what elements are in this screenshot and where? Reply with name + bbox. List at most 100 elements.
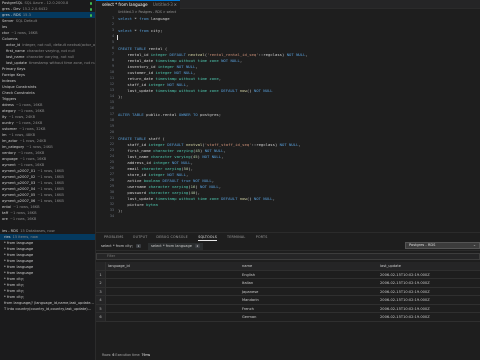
panel-tab[interactable]: TERMINAL bbox=[227, 235, 245, 239]
line-number: 28 bbox=[109, 178, 114, 182]
line-number: 15 bbox=[109, 100, 114, 104]
sidebar-item-label: ity bbox=[2, 115, 7, 119]
row-number: 2 bbox=[96, 279, 106, 287]
sidebar-item[interactable]: T into country(country_id,country,last_u… bbox=[0, 306, 95, 312]
sidebar-item-meta: ~1 rows, 16KB bbox=[10, 211, 37, 215]
table-row[interactable]: 2 Italian 2006-02-15T10:02:19.000Z bbox=[96, 279, 480, 288]
sidebar-item-label: ventory bbox=[2, 151, 16, 155]
code-line: address_id integer NOT NULL, bbox=[118, 160, 193, 165]
table-cell: 2006-02-15T10:02:19.000Z bbox=[380, 289, 430, 294]
row-number: 4 bbox=[96, 296, 106, 304]
sidebar-item-label: les bbox=[2, 25, 8, 29]
sidebar-item-meta: ~1 rows, 16KB bbox=[37, 199, 64, 203]
line-number: 23 bbox=[109, 148, 114, 152]
code-line: email character varying(50), bbox=[118, 166, 193, 171]
editor-tab[interactable]: select * from language Untitled-3 × bbox=[96, 0, 180, 9]
sidebar-item-label: ayment_p2007_06 bbox=[2, 199, 36, 203]
table-cell: German bbox=[242, 315, 257, 319]
result-tab-label: select * from city; bbox=[101, 244, 133, 248]
line-number: 27 bbox=[109, 172, 114, 176]
line-number: 4 bbox=[111, 34, 114, 38]
sidebar-item-label: Columns bbox=[2, 37, 18, 41]
result-grid: language_id name last_update 1 English 2006-0… bbox=[96, 262, 480, 332]
sidebar-item-meta: ~1 rows, 16KB bbox=[11, 31, 38, 35]
line-number: 20 bbox=[109, 130, 114, 134]
code-line: last_update timestamp without time zone … bbox=[118, 88, 273, 93]
code-line: last_name character varying(45) NOT NULL… bbox=[118, 154, 224, 159]
table-row[interactable]: 3 Japanese 2006-02-15T10:02:19.000Z bbox=[96, 287, 480, 296]
table-row[interactable]: 4 Mandarin 2006-02-15T10:02:19.000Z bbox=[96, 296, 480, 305]
sidebar-item-label: T into country(country_id,country,last_u… bbox=[4, 307, 92, 311]
code-line: staff_id integer DEFAULT nextval('staff_… bbox=[118, 142, 301, 147]
sidebar-item-meta: ~1 rows, 24KB bbox=[26, 145, 53, 149]
column-header[interactable]: language_id bbox=[108, 262, 130, 271]
sidebar-item-label: * from language bbox=[4, 241, 34, 245]
status-dot-icon bbox=[89, 14, 92, 17]
sidebar-item-label: Foreign Keys bbox=[2, 73, 25, 77]
result-tab[interactable]: select * from city; 1 bbox=[98, 243, 144, 250]
panel-tab[interactable]: OUTPUT bbox=[133, 235, 148, 239]
code-line: picture bytea bbox=[118, 202, 158, 207]
line-number: 21 bbox=[109, 136, 114, 140]
sidebar-item-meta: ~1 rows, 16KB bbox=[15, 103, 43, 107]
result-count-badge: 2 bbox=[195, 244, 200, 248]
line-number: 32 bbox=[109, 202, 114, 206]
sidebar-item-label: last_name bbox=[6, 55, 25, 59]
status-dot-icon bbox=[89, 2, 92, 5]
sidebar-item-meta: ~1 rows, 16KB bbox=[37, 175, 64, 179]
table-cell: French bbox=[242, 306, 254, 311]
row-number: 6 bbox=[96, 313, 106, 321]
sidebar-item-meta: timestamp without time zone, not null, d… bbox=[28, 61, 95, 65]
panel-tab[interactable]: PROBLEMS bbox=[104, 235, 124, 239]
code-line: username character varying(16) NOT NULL, bbox=[118, 184, 222, 189]
sidebar-item-label: Check Constraints bbox=[2, 91, 35, 95]
close-icon[interactable]: × bbox=[174, 1, 177, 9]
panel-tab[interactable]: PORTS bbox=[256, 235, 268, 239]
sidebar-item-label: ctor bbox=[2, 31, 10, 35]
line-number: 19 bbox=[109, 124, 114, 128]
table-cell: 2006-02-15T10:02:19.000Z bbox=[380, 315, 430, 319]
code-editor[interactable]: 1 select * from language 2 3 select * from c… bbox=[96, 15, 480, 230]
table-cell: Japanese bbox=[242, 289, 259, 294]
sidebar-item-meta: 15 Databases, now bbox=[20, 229, 55, 233]
sidebar-item[interactable]: ore ~1 rows, 16KB bbox=[0, 216, 95, 222]
line-number: 25 bbox=[109, 160, 114, 164]
status-dot-icon bbox=[89, 8, 92, 11]
sidebar-item-label: Triggers bbox=[2, 97, 17, 101]
table-row[interactable]: 1 English 2006-02-15T10:02:19.000Z bbox=[96, 270, 480, 279]
code-line: password character varying(40), bbox=[118, 190, 200, 195]
column-header[interactable]: last_update bbox=[380, 262, 401, 271]
table-row[interactable]: 5 French 2006-02-15T10:02:19.000Z bbox=[96, 304, 480, 313]
sidebar-item-label: ental bbox=[2, 205, 12, 209]
sidebar-item-meta: ~1 rows, 24KB bbox=[8, 115, 36, 119]
table-row[interactable]: 6 German 2006-02-15T10:02:19.000Z bbox=[96, 313, 480, 322]
sidebar-item-meta: ~1 rows, 48KB bbox=[8, 133, 36, 137]
status-bar: Rows: 6 Execution time: 79ms bbox=[96, 350, 480, 360]
result-count-badge: 1 bbox=[136, 244, 141, 248]
editor-tab-title: select * from language bbox=[102, 2, 148, 7]
code-line: ); bbox=[118, 94, 123, 99]
sidebar-item-label: * from city; bbox=[4, 283, 25, 287]
editor-tab-bar: select * from language Untitled-3 × bbox=[96, 0, 480, 9]
sidebar-item-meta: 15 items, now bbox=[12, 235, 38, 239]
sidebar-item-label: ayment_p2007_04 bbox=[2, 187, 36, 191]
connection-select[interactable]: Postgres - RDS ⌄ bbox=[405, 242, 480, 249]
filter-input[interactable]: Filter bbox=[96, 253, 480, 260]
column-header[interactable]: name bbox=[242, 262, 252, 271]
grid-header-row: language_id name last_update bbox=[96, 262, 480, 271]
sidebar-item-label: Primary Keys bbox=[2, 67, 26, 71]
row-number: 1 bbox=[96, 270, 106, 278]
table-cell: 2006-02-15T10:02:19.000Z bbox=[380, 306, 430, 311]
text-cursor bbox=[117, 35, 118, 40]
line-number: 29 bbox=[109, 184, 114, 188]
sidebar-item-label: Indexes bbox=[2, 79, 16, 83]
result-tab[interactable]: select * from language 2 bbox=[148, 243, 203, 250]
sidebar-item-label: * from language bbox=[4, 271, 34, 275]
line-number: 11 bbox=[109, 76, 114, 80]
sidebar-item-label: ayment_p2007_05 bbox=[2, 193, 36, 197]
sidebar-item-meta: ~1 rows, 16KB bbox=[13, 205, 40, 209]
sidebar-item-label: * from language bbox=[4, 253, 34, 257]
panel-tab[interactable]: DEBUG CONSOLE bbox=[156, 235, 187, 239]
sidebar-item-meta: ~1 rows, 16KB bbox=[17, 163, 45, 167]
table-cell: 2006-02-15T10:02:19.000Z bbox=[380, 272, 430, 277]
